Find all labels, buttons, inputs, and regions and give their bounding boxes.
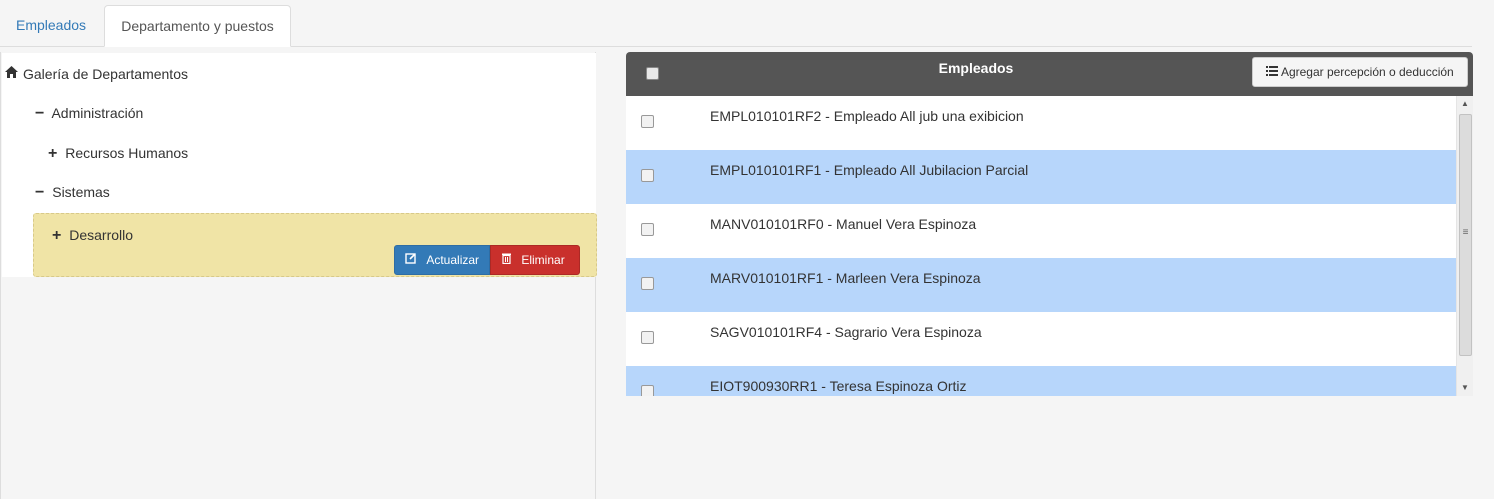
list-icon bbox=[1266, 65, 1281, 79]
tree-node-label: Recursos Humanos bbox=[65, 145, 189, 161]
tab-bar: Empleados Departamento y puestos bbox=[0, 0, 1472, 47]
add-button-label: Agregar percepción o deducción bbox=[1280, 65, 1454, 79]
employee-label: SAGV010101RF4 - Sagrario Vera Espinoza bbox=[710, 324, 982, 340]
row-checkbox[interactable] bbox=[641, 223, 654, 236]
tree-container: Galería de Departamentos − Administració… bbox=[2, 53, 597, 277]
row-checkbox[interactable] bbox=[641, 277, 654, 290]
selected-tree-node[interactable]: + Desarrollo Actualizar Eliminar bbox=[33, 213, 597, 277]
scroll-down-arrow-icon[interactable]: ▼ bbox=[1457, 380, 1473, 396]
scroll-up-arrow-icon[interactable]: ▲ bbox=[1457, 96, 1473, 112]
list-item[interactable]: EIOT900930RR1 - Teresa Espinoza Ortiz bbox=[626, 366, 1456, 396]
update-button-label: Actualizar bbox=[426, 253, 480, 267]
employees-header: Empleados Agregar percepción o deducción bbox=[626, 52, 1473, 96]
tree-root[interactable]: Galería de Departamentos bbox=[4, 65, 188, 84]
list-scrollbar[interactable]: ▲ ≡ ▼ bbox=[1456, 96, 1473, 396]
list-item[interactable]: EMPL010101RF1 - Empleado All Jubilacion … bbox=[626, 150, 1456, 204]
employee-label: EIOT900930RR1 - Teresa Espinoza Ortiz bbox=[710, 378, 967, 394]
tab-empleados[interactable]: Empleados bbox=[1, 5, 101, 47]
trash-icon bbox=[501, 253, 515, 267]
department-tree-panel: Galería de Departamentos − Administració… bbox=[0, 52, 597, 499]
tree-node-label: Desarrollo bbox=[69, 227, 134, 243]
tree-node-sistemas[interactable]: − Sistemas bbox=[35, 184, 110, 202]
row-checkbox[interactable] bbox=[641, 115, 654, 128]
list-item[interactable]: MARV010101RF1 - Marleen Vera Espinoza bbox=[626, 258, 1456, 312]
employee-label: EMPL010101RF1 - Empleado All Jubilacion … bbox=[710, 162, 1029, 178]
delete-button-label: Eliminar bbox=[521, 253, 565, 267]
employee-label: MARV010101RF1 - Marleen Vera Espinoza bbox=[710, 270, 981, 286]
delete-button[interactable]: Eliminar bbox=[490, 245, 580, 275]
tree-node-label: Sistemas bbox=[52, 184, 110, 200]
collapse-icon[interactable]: − bbox=[35, 105, 44, 123]
employees-title: Empleados bbox=[938, 60, 1014, 76]
update-button[interactable]: Actualizar bbox=[394, 245, 490, 275]
tree-node-desarrollo[interactable]: + Desarrollo bbox=[52, 227, 133, 245]
row-checkbox[interactable] bbox=[641, 331, 654, 344]
employee-label: EMPL010101RF2 - Empleado All jub una exi… bbox=[710, 108, 1024, 124]
tab-departamento-y-puestos[interactable]: Departamento y puestos bbox=[104, 5, 291, 47]
row-checkbox[interactable] bbox=[641, 169, 654, 182]
scrollbar-thumb[interactable]: ≡ bbox=[1459, 114, 1472, 356]
row-checkbox[interactable] bbox=[641, 385, 654, 396]
expand-icon[interactable]: + bbox=[52, 227, 61, 245]
tree-node-administracion[interactable]: − Administración bbox=[35, 105, 143, 123]
employees-panel: Empleados Agregar percepción o deducción… bbox=[626, 52, 1473, 397]
tree-root-label: Galería de Departamentos bbox=[23, 66, 188, 82]
tree-node-label: Administración bbox=[51, 105, 144, 121]
grip-icon: ≡ bbox=[1462, 227, 1469, 238]
list-item[interactable]: SAGV010101RF4 - Sagrario Vera Espinoza bbox=[626, 312, 1456, 366]
expand-icon[interactable]: + bbox=[48, 145, 57, 163]
list-item[interactable]: MANV010101RF0 - Manuel Vera Espinoza bbox=[626, 204, 1456, 258]
list-item[interactable]: EMPL010101RF2 - Empleado All jub una exi… bbox=[626, 96, 1456, 150]
employees-list: EMPL010101RF2 - Empleado All jub una exi… bbox=[626, 96, 1473, 396]
employee-label: MANV010101RF0 - Manuel Vera Espinoza bbox=[710, 216, 977, 232]
home-icon bbox=[4, 65, 19, 84]
add-perception-deduction-button[interactable]: Agregar percepción o deducción bbox=[1252, 57, 1468, 87]
edit-icon bbox=[405, 253, 420, 267]
tree-node-recursos-humanos[interactable]: + Recursos Humanos bbox=[48, 145, 188, 163]
collapse-icon[interactable]: − bbox=[35, 184, 44, 202]
